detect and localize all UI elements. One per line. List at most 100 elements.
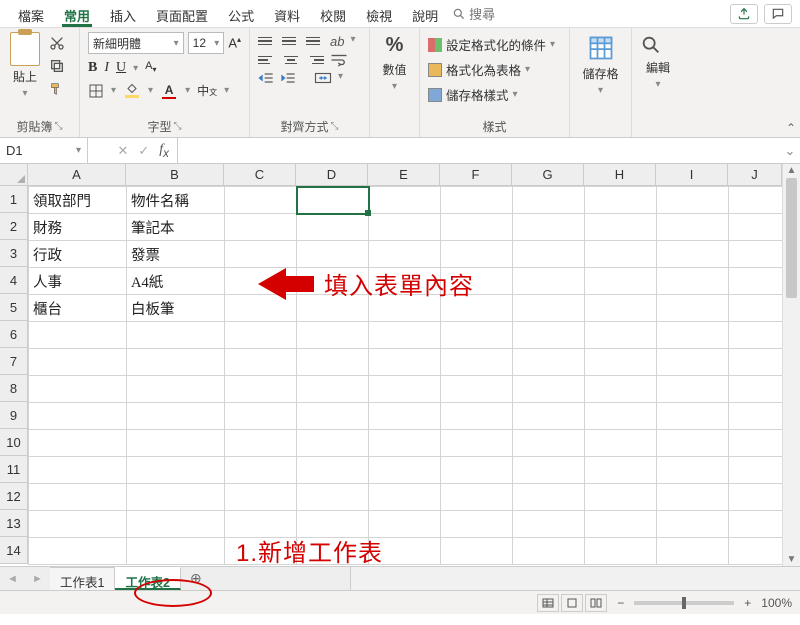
cancel-formula-button[interactable]: ✕ [117,143,128,159]
row-header[interactable]: 11 [0,456,27,483]
row-header[interactable]: 8 [0,375,27,402]
cell[interactable] [127,403,225,430]
font-color-button[interactable]: A [160,83,178,99]
col-header[interactable]: C [224,164,296,185]
orientation-button[interactable]: ab [330,34,344,49]
row-header[interactable]: 5 [0,294,27,321]
zoom-in-button[interactable]: + [744,596,751,610]
cell[interactable] [225,403,297,430]
align-right-button[interactable] [306,53,324,67]
cell[interactable] [369,484,441,511]
fx-icon[interactable]: fx [159,142,169,160]
merge-button[interactable] [314,71,332,85]
cell[interactable] [29,538,127,565]
increase-font-button[interactable]: A▴ [228,35,241,50]
cell[interactable] [585,376,657,403]
cell[interactable] [657,241,729,268]
cell[interactable] [225,457,297,484]
cell[interactable] [297,457,369,484]
cell[interactable] [297,187,369,214]
copy-button[interactable] [48,57,66,75]
phonetic-button[interactable]: 中文 [197,82,217,99]
cell[interactable]: 人事 [29,268,127,295]
cell[interactable] [225,349,297,376]
cell[interactable] [657,295,729,322]
decrease-font-button[interactable]: A▾ [145,60,156,74]
align-middle-button[interactable] [282,34,300,48]
cell[interactable] [127,511,225,538]
cell[interactable] [657,538,729,565]
row-header[interactable]: 3 [0,240,27,267]
cell[interactable] [441,457,513,484]
cell[interactable] [657,430,729,457]
tab-insert[interactable]: 插入 [100,0,146,27]
view-page-break-button[interactable] [585,594,607,612]
cell[interactable] [585,187,657,214]
cell[interactable] [513,322,585,349]
col-header[interactable]: E [368,164,440,185]
col-header[interactable]: J [728,164,782,185]
cell[interactable] [729,295,783,322]
cell[interactable] [297,403,369,430]
number-dropdown[interactable]: 數值▾ [378,61,411,92]
cell[interactable] [729,538,783,565]
row-header[interactable]: 2 [0,213,27,240]
cells-area[interactable]: 領取部門物件名稱財務筆記本行政發票人事A4紙櫃台白板筆 填入表單內容 1.新增工… [28,186,800,566]
row-header[interactable]: 12 [0,483,27,510]
cell[interactable] [29,484,127,511]
search-box[interactable]: 搜尋 [452,0,495,27]
cell[interactable] [585,322,657,349]
cell[interactable] [729,349,783,376]
cell[interactable] [513,511,585,538]
font-name-dropdown[interactable]: 新細明體▾ [88,32,184,54]
cell[interactable] [585,484,657,511]
align-bottom-button[interactable] [306,34,324,48]
cell[interactable] [513,457,585,484]
cell[interactable] [657,484,729,511]
col-header[interactable]: D [296,164,368,185]
cell[interactable] [513,241,585,268]
cell[interactable] [29,430,127,457]
cell[interactable] [657,268,729,295]
tab-data[interactable]: 資料 [264,0,310,27]
editing-button[interactable]: 編輯▾ [640,34,676,90]
cell[interactable] [729,268,783,295]
cell[interactable] [225,376,297,403]
underline-button[interactable]: U [116,60,126,76]
cell[interactable] [513,295,585,322]
view-normal-button[interactable] [537,594,559,612]
align-top-button[interactable] [258,34,276,48]
cell[interactable] [441,403,513,430]
cell[interactable] [369,322,441,349]
cell[interactable] [225,484,297,511]
row-header[interactable]: 13 [0,510,27,537]
cell[interactable]: 領取部門 [29,187,127,214]
cell[interactable] [369,376,441,403]
cell[interactable] [441,214,513,241]
tab-formulas[interactable]: 公式 [218,0,264,27]
align-center-button[interactable] [282,53,300,67]
formula-input[interactable] [178,138,780,163]
cell[interactable] [127,457,225,484]
cell[interactable] [127,538,225,565]
cell[interactable] [225,187,297,214]
cell[interactable] [297,214,369,241]
cell[interactable]: 財務 [29,214,127,241]
row-header[interactable]: 6 [0,321,27,348]
cell[interactable] [657,376,729,403]
row-header[interactable]: 9 [0,402,27,429]
cell[interactable] [441,187,513,214]
cell[interactable] [513,268,585,295]
cell[interactable] [513,403,585,430]
cell[interactable] [441,241,513,268]
cell[interactable] [729,187,783,214]
cell[interactable] [29,322,127,349]
cell[interactable] [729,457,783,484]
cell[interactable] [369,241,441,268]
cell[interactable] [441,538,513,565]
cells-button[interactable]: 儲存格▾ [578,34,623,96]
view-page-layout-button[interactable] [561,594,583,612]
sheet-tab-1[interactable]: 工作表1 [50,567,115,590]
col-header[interactable]: G [512,164,584,185]
cell[interactable] [297,322,369,349]
